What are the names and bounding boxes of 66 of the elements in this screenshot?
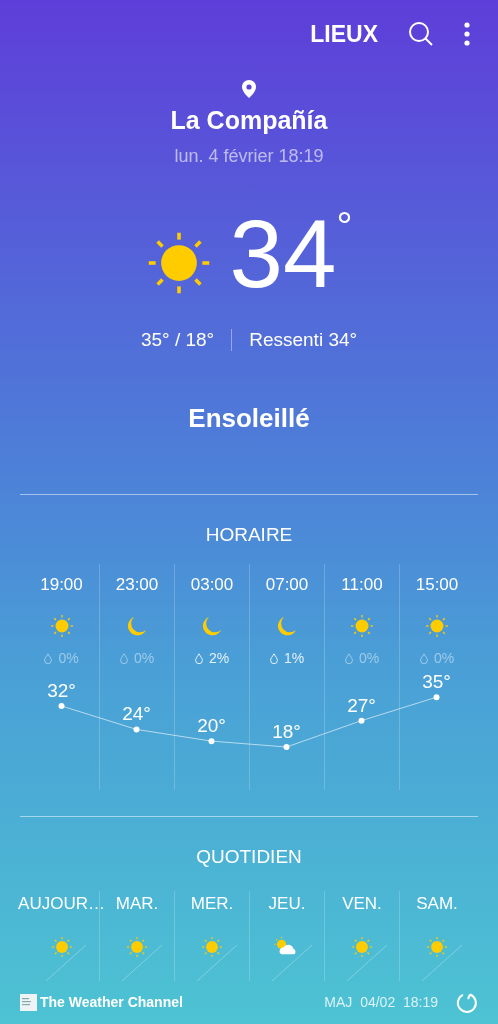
sun-icon [126,935,148,958]
sun-icon [350,613,374,638]
trend-line [46,944,86,981]
sun-icon [50,935,73,958]
hour-label: 11:00 [341,573,383,596]
droplet-icon [269,652,278,664]
precipitation-chance: 0% [358,648,380,668]
temperature-point [433,693,440,700]
temperature-point [283,743,290,750]
section-title: HORAIRE [204,522,294,547]
precipitation-chance: 1% [283,648,305,668]
temperature-point [133,725,140,732]
sun-icon [351,935,373,958]
search-icon[interactable] [408,21,434,47]
droplet-icon [119,652,128,664]
temperature-label: 32° [47,679,76,701]
section-title: QUOTIDIEN [195,844,303,869]
day-label: VEN. [342,892,382,915]
precipitation-chance: 0% [58,648,79,668]
sun-icon [201,935,223,958]
sun-icon [426,935,448,958]
temperature-label: 24° [122,702,151,724]
temperature-point [208,737,215,744]
temperature-label: 20° [197,714,226,736]
sun-icon [425,613,449,638]
degree-symbol: ° [336,206,353,246]
feels-like-temperature: Ressenti 34° [248,328,358,352]
droplet-icon [419,652,428,664]
hour-label: 19:00 [40,573,83,596]
hour-label: 07:00 [265,573,309,596]
hour-label: 03:00 [190,573,234,596]
droplet-icon [344,652,353,664]
day-label: MAR. [115,892,159,915]
trend-line [122,944,162,981]
precipitation-chance: 2% [208,648,230,668]
date-time: lun. 4 février 18:19 [174,145,324,168]
precipitation-chance: 0% [433,648,455,668]
day-label: SAM. [416,892,458,915]
trend-line [422,944,462,981]
last-updated: MAJ 04/02 18:19 [324,993,438,1012]
more-options-icon[interactable] [464,22,470,46]
trend-line [197,944,237,981]
temperature-point [58,702,65,709]
hour-label: 23:00 [115,573,159,596]
brand-name: The Weather Channel [40,993,183,1012]
weather-condition: Ensoleillé [188,401,310,435]
high-low-temperature: 35° / 18° [140,328,216,352]
day-label: JEU. [268,892,306,915]
trend-line [272,944,312,981]
location-pin-icon [242,80,256,98]
places-button[interactable]: LIEUX [310,16,378,52]
day-label: AUJOUR… [18,892,105,915]
hour-label: 15:00 [415,573,459,596]
location-name: La Compañía [170,105,328,136]
brand-logo-icon [20,994,37,1011]
day-label: MER. [190,892,234,915]
current-temperature: 34 [229,204,337,304]
trend-line [347,944,387,981]
temperature-point [358,717,365,724]
sun-icon [49,613,74,638]
precipitation-chance: 0% [133,648,155,668]
droplet-icon [44,652,53,664]
temperature-label: 18° [272,720,301,742]
temperature-label: 35° [422,673,451,692]
droplet-icon [194,652,203,664]
temperature-label: 27° [347,694,376,716]
